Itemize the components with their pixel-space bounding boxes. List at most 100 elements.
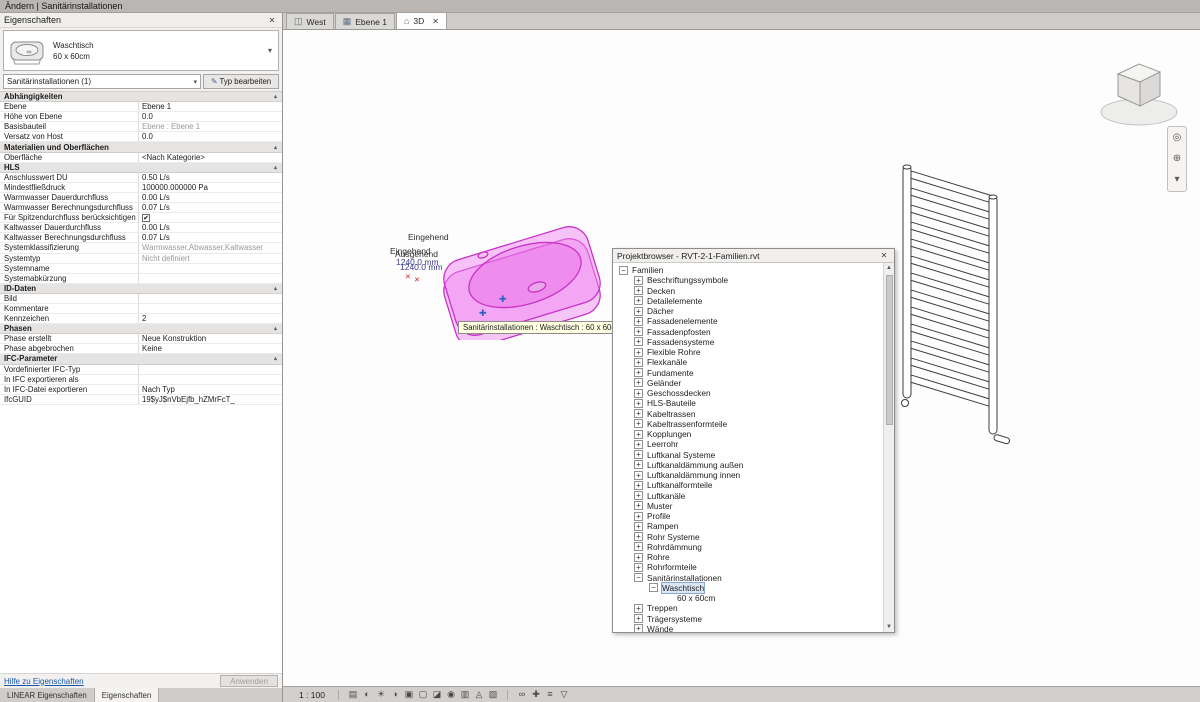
tree-item[interactable]: Treppen — [613, 603, 883, 613]
tree-item[interactable]: Rampen — [613, 521, 883, 531]
property-value-cell[interactable]: Ebene : Ebene 1 — [138, 122, 282, 131]
reveal-hidden-elements-icon[interactable]: ◉ — [444, 689, 458, 700]
tree-item[interactable]: Luftkanaldämmung innen — [613, 470, 883, 480]
tree-item-label[interactable]: Fassadensysteme — [647, 337, 714, 347]
tree-toggle-icon[interactable] — [634, 348, 643, 357]
tree-toggle-icon[interactable] — [634, 317, 643, 326]
tree-toggle-icon[interactable] — [634, 327, 643, 336]
tree-item[interactable]: Luftkanalformteile — [613, 480, 883, 490]
property-value-cell[interactable] — [138, 365, 282, 374]
navbar-options-icon[interactable]: ▾ — [1174, 175, 1179, 185]
drawing-canvas[interactable]: Eingehend Eingehend Ausgehend 1240.0 mm … — [283, 30, 1200, 686]
tree-toggle-icon[interactable] — [649, 583, 658, 592]
tree-item[interactable]: HLS-Bauteile — [613, 398, 883, 408]
tree-item-label[interactable]: Luftkanal Systeme — [647, 450, 715, 460]
tree-toggle-icon[interactable] — [634, 491, 643, 500]
project-browser-titlebar[interactable]: Projektbrowser - RVT-2-1-Familien.rvt — [613, 249, 894, 263]
scroll-down-icon[interactable]: ▼ — [886, 622, 892, 632]
tree-toggle-icon[interactable] — [634, 368, 643, 377]
navigation-wheel-icon[interactable]: ◎ — [1173, 133, 1182, 143]
tree-item[interactable]: Sanitärinstallationen — [613, 573, 883, 583]
tree-item-label[interactable]: Rohre — [647, 552, 670, 562]
tree-toggle-icon[interactable] — [634, 296, 643, 305]
tree-item[interactable]: Leerrohr — [613, 439, 883, 449]
property-value-cell[interactable]: Nicht definiert — [138, 254, 282, 263]
tree-toggle-icon[interactable] — [634, 337, 643, 346]
tree-item[interactable]: Rohr Systeme — [613, 532, 883, 542]
tree-toggle-icon[interactable] — [634, 471, 643, 480]
view-tab[interactable]: ◫ West — [286, 13, 334, 29]
tree-toggle-icon[interactable] — [634, 563, 643, 572]
editable-only-icon[interactable]: ∞ — [515, 689, 529, 700]
tree-toggle-icon[interactable] — [634, 430, 643, 439]
tree-item-label[interactable]: Kopplungen — [647, 429, 691, 439]
tree-toggle-icon[interactable] — [634, 512, 643, 521]
tree-item[interactable]: Fassadenpfosten — [613, 327, 883, 337]
tree-scrollbar[interactable]: ▲ ▼ — [883, 263, 894, 632]
tree-toggle-icon[interactable] — [619, 266, 628, 275]
show-crop-region-icon[interactable]: ▢ — [416, 689, 430, 700]
worksharing-display-icon[interactable]: ▧ — [486, 689, 500, 700]
tree-toggle-icon[interactable] — [634, 378, 643, 387]
property-value-cell[interactable]: Nach Typ — [138, 385, 282, 394]
temporary-hide-isolate-icon[interactable]: ◪ — [430, 689, 444, 700]
tree-item-label[interactable]: Rohr Systeme — [647, 532, 700, 542]
tree-item-label[interactable]: Sanitärinstallationen — [647, 573, 722, 583]
radiator-3d[interactable] — [895, 160, 1025, 460]
crop-view-icon[interactable]: ▣ — [402, 689, 416, 700]
tree-toggle-icon[interactable] — [634, 573, 643, 582]
tree-item[interactable]: Trägersysteme — [613, 614, 883, 624]
tree-toggle-icon[interactable] — [634, 481, 643, 490]
property-value-cell[interactable]: 0.07 L/s — [138, 233, 282, 242]
close-view-icon[interactable] — [432, 17, 439, 26]
tree-toggle-icon[interactable] — [634, 553, 643, 562]
tree-item[interactable]: Wände — [613, 624, 883, 632]
property-value-cell[interactable]: Neue Konstruktion — [138, 334, 282, 343]
tree-item-label[interactable]: Treppen — [647, 603, 678, 613]
tree-item-label[interactable]: Luftkanaldämmung innen — [647, 470, 740, 480]
tree-item-label[interactable]: Geschossdecken — [647, 388, 711, 398]
view-scale-control[interactable]: 1 : 100 — [293, 690, 331, 700]
tree-item-label[interactable]: Beschriftungssymbole — [647, 275, 728, 285]
visual-style-icon[interactable]: ◐ — [360, 689, 374, 700]
dimension-label[interactable]: 1240.0 mm — [400, 262, 443, 272]
project-browser-window[interactable]: Projektbrowser - RVT-2-1-Familien.rvt Fa… — [612, 248, 895, 633]
tree-item[interactable]: Fassadenelemente — [613, 316, 883, 326]
close-browser-icon[interactable] — [878, 251, 890, 260]
tree-item[interactable]: Flexible Rohre — [613, 347, 883, 357]
tree-item-label[interactable]: Kabeltrassen — [647, 409, 695, 419]
tree-item-label[interactable]: Rampen — [647, 521, 678, 531]
properties-help-link[interactable]: Hilfe zu Eigenschaften — [4, 677, 220, 686]
tree-toggle-icon[interactable] — [634, 399, 643, 408]
tree-item-label[interactable]: Familien — [632, 265, 663, 275]
tree-item[interactable]: Geländer — [613, 378, 883, 388]
tree-item-label[interactable]: Flexkanäle — [647, 357, 687, 367]
property-value-cell[interactable]: 19$yJ$nVbEjfb_hZMrFcT_ — [138, 395, 282, 404]
property-value-cell[interactable] — [138, 304, 282, 313]
property-value-cell[interactable]: 0.00 L/s — [138, 223, 282, 232]
tree-toggle-icon[interactable] — [634, 358, 643, 367]
sun-path-icon[interactable]: ☀ — [374, 689, 388, 700]
tree-item[interactable]: 60 x 60cm — [613, 593, 883, 603]
tree-item[interactable]: Fassadensysteme — [613, 337, 883, 347]
property-value-cell[interactable]: 0.50 L/s — [138, 173, 282, 182]
tree-item[interactable]: Fundamente — [613, 368, 883, 378]
detail-level-icon[interactable]: ▤ — [346, 689, 360, 700]
tree-item[interactable]: Familien — [613, 265, 883, 275]
tree-toggle-icon[interactable] — [634, 286, 643, 295]
tree-toggle-icon[interactable] — [634, 419, 643, 428]
tree-toggle-icon[interactable] — [634, 614, 643, 623]
tree-item[interactable]: Rohrdämmung — [613, 542, 883, 552]
tree-item-label[interactable]: Profile — [647, 511, 671, 521]
tree-item[interactable]: Geschossdecken — [613, 388, 883, 398]
analytical-model-icon[interactable]: ◬ — [472, 689, 486, 700]
scroll-up-icon[interactable]: ▲ — [886, 263, 892, 273]
properties-tab[interactable]: Eigenschaften — [95, 688, 159, 702]
connector-marker-icon[interactable]: ✕ — [405, 273, 411, 281]
property-value-cell[interactable] — [138, 264, 282, 273]
selection-filter-combo[interactable]: Sanitärinstallationen (1) — [3, 74, 201, 89]
tree-item-label[interactable]: Luftkanäle — [647, 491, 685, 501]
tree-item-label[interactable]: Luftkanaldämmung außen — [647, 460, 743, 470]
tree-item[interactable]: Profile — [613, 511, 883, 521]
background-processes-icon[interactable]: ≡ — [543, 689, 557, 700]
